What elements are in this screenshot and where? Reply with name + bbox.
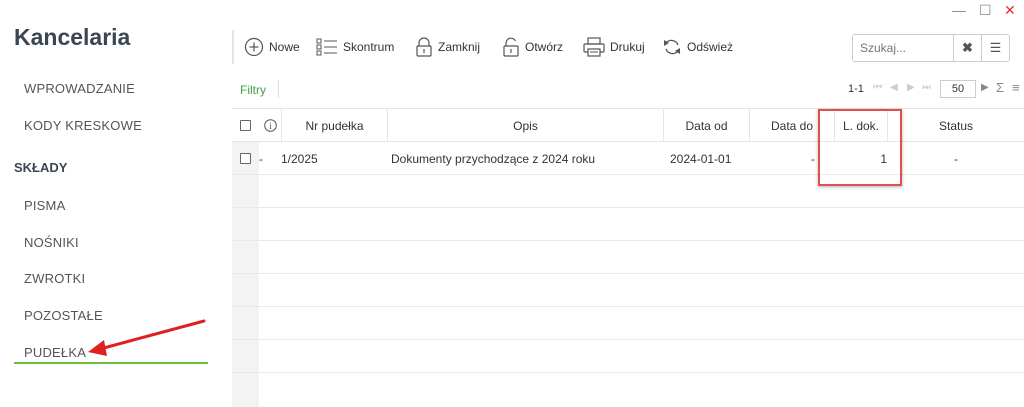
inventory-button[interactable]: Skontrum — [316, 36, 394, 58]
row-marker: - — [259, 151, 263, 166]
clear-search-icon[interactable]: ✖ — [954, 34, 982, 62]
annotation-highlight-box — [818, 109, 902, 186]
close-record-button[interactable]: Zamknij — [415, 36, 480, 58]
print-button-label: Drukuj — [610, 40, 645, 54]
info-icon: i — [263, 119, 277, 132]
boxes-table: i Nr pudełka Opis Data od Data do L. dok… — [232, 108, 1024, 407]
empty-row — [232, 241, 1024, 274]
table-row[interactable]: - 1/2025 Dokumenty przychodzące z 2024 r… — [232, 142, 1024, 175]
header-info: i — [259, 109, 282, 142]
page-size-dropdown-icon[interactable]: ▶ — [981, 82, 989, 93]
column-header-description[interactable]: Opis — [388, 109, 664, 142]
page-size-field[interactable]: 50 — [940, 80, 976, 98]
minimize-icon[interactable]: — — [952, 2, 966, 18]
sidebar-item-pisma[interactable]: PISMA — [24, 198, 65, 213]
sidebar-item-wprowadzanie[interactable]: WPROWADZANIE — [24, 81, 135, 96]
empty-row — [232, 208, 1024, 241]
app-title: Kancelaria — [14, 24, 131, 50]
toolbar-separator — [232, 30, 234, 64]
sidebar-item-pozostale[interactable]: POZOSTAŁE — [24, 308, 103, 323]
cell-description: Dokumenty przychodzące z 2024 roku — [391, 151, 596, 166]
active-item-underline — [14, 362, 208, 364]
header-select-all[interactable] — [232, 109, 259, 142]
table-header: i Nr pudełka Opis Data od Data do L. dok… — [232, 108, 1024, 142]
cell-number: 1/2025 — [281, 151, 318, 166]
filters-separator — [278, 80, 279, 98]
new-button-label: Nowe — [269, 40, 300, 54]
sidebar: Kancelaria WPROWADZANIE KODY KRESKOWE SK… — [0, 0, 232, 407]
search-options-icon[interactable]: ☰ — [982, 34, 1010, 62]
first-page-icon[interactable]: ⏮ — [873, 82, 882, 93]
sidebar-item-nosniki[interactable]: NOŚNIKI — [24, 235, 79, 250]
new-button[interactable]: Nowe — [244, 36, 300, 58]
close-record-button-label: Zamknij — [438, 40, 481, 54]
printer-icon — [583, 37, 605, 57]
maximize-icon[interactable]: ☐ — [979, 2, 992, 19]
columns-menu-icon[interactable]: ≡ — [1012, 80, 1020, 95]
empty-row — [232, 274, 1024, 307]
empty-row — [232, 340, 1024, 373]
refresh-button-label: Odśwież — [687, 40, 734, 54]
sidebar-item-pudelka[interactable]: PUDEŁKA — [24, 345, 86, 360]
pager-range: 1-1 — [848, 83, 864, 95]
column-header-status[interactable]: Status — [888, 109, 1024, 142]
filters-link[interactable]: Filtry — [240, 83, 266, 97]
open-button[interactable]: Otwórz — [502, 36, 563, 58]
last-page-icon[interactable]: ⏭ — [922, 82, 931, 93]
prev-page-icon[interactable]: ◀ — [890, 82, 898, 93]
cell-date-from: 2024-01-01 — [670, 151, 732, 166]
sum-icon[interactable]: Σ — [996, 80, 1004, 95]
plus-circle-icon — [244, 37, 264, 57]
open-button-label: Otwórz — [525, 40, 564, 54]
column-header-number[interactable]: Nr pudełka — [282, 109, 388, 142]
checklist-icon — [316, 38, 337, 56]
lock-closed-icon — [416, 37, 432, 57]
sidebar-section-sklady[interactable]: SKŁADY — [14, 160, 67, 175]
sidebar-item-kody-kreskowe[interactable]: KODY KRESKOWE — [24, 118, 142, 133]
select-all-checkbox[interactable] — [240, 120, 251, 131]
refresh-button[interactable]: Odśwież — [662, 36, 733, 58]
column-header-date-from[interactable]: Data od — [664, 109, 750, 142]
refresh-icon — [664, 39, 680, 55]
empty-row — [232, 307, 1024, 340]
next-page-icon[interactable]: ▶ — [907, 82, 915, 93]
inventory-button-label: Skontrum — [343, 40, 395, 54]
sidebar-item-zwrotki[interactable]: ZWROTKI — [24, 271, 85, 286]
close-window-icon[interactable]: ✕ — [1004, 2, 1016, 19]
cell-status: - — [954, 151, 958, 166]
print-button[interactable]: Drukuj — [583, 36, 645, 58]
search-input[interactable] — [852, 34, 954, 62]
lock-open-icon — [503, 37, 519, 57]
row-checkbox[interactable] — [240, 142, 251, 175]
cell-date-to: - — [811, 151, 815, 166]
svg-text:i: i — [269, 121, 272, 131]
empty-row — [232, 175, 1024, 208]
